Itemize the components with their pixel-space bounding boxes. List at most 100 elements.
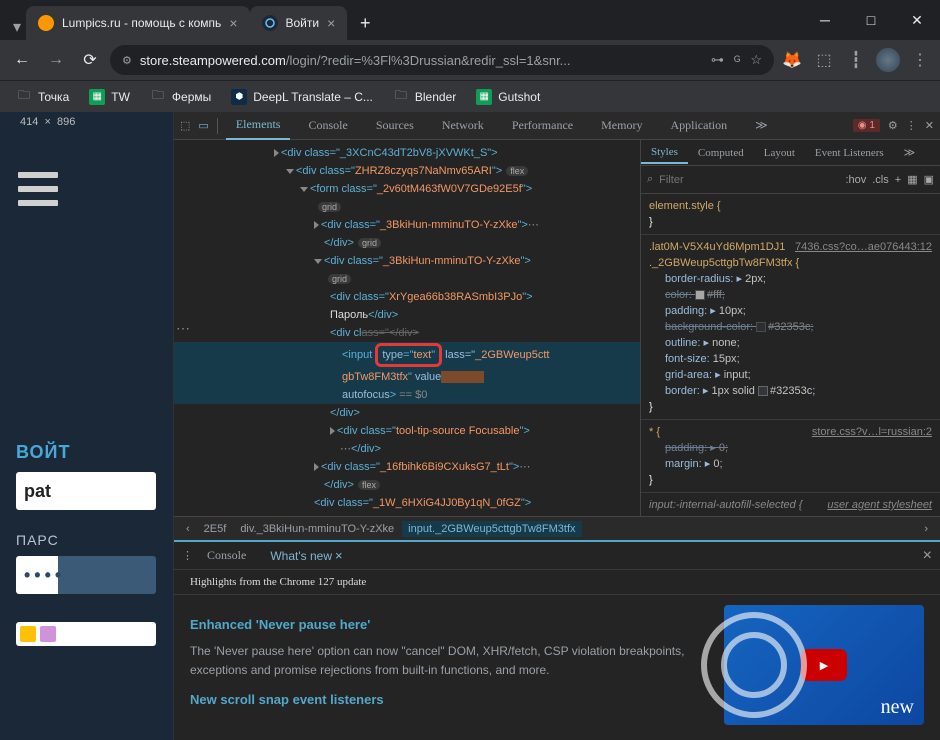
url-input[interactable]: ⚙ store.steampowered.com/login/?redir=%3…	[110, 45, 774, 75]
dom-node[interactable]: <div class="_16fbihk6Bi9CXuksG7_tLt">⋯	[174, 458, 640, 476]
minimize-button[interactable]: ─	[802, 0, 848, 40]
viewport-dimensions: 414 × 896	[20, 116, 75, 128]
devtools-drawer: ⋮ Console What's new × × Highlights from…	[174, 540, 940, 740]
drawer-tab-console[interactable]: Console	[197, 544, 256, 567]
new-rule-icon[interactable]: +	[895, 174, 901, 186]
filter-icon: ⌕	[647, 173, 653, 186]
hov-toggle[interactable]: :hov	[845, 174, 866, 186]
collapsed-indicator: ⋯	[176, 320, 191, 336]
dom-breadcrumb[interactable]: ‹ 2E5f div._3BkiHun-mminuTO-Y-zXke input…	[174, 516, 940, 540]
breadcrumb-scroll-right[interactable]: ›	[918, 521, 934, 537]
extension-icon[interactable]: ⬚	[812, 48, 836, 72]
devtools-tab-network[interactable]: Network	[432, 112, 494, 139]
devtools-tab-memory[interactable]: Memory	[591, 112, 652, 139]
computed-icon[interactable]: ▣	[924, 173, 934, 186]
cls-toggle[interactable]: .cls	[872, 174, 889, 186]
drawer-menu-icon[interactable]: ⋮	[182, 549, 193, 562]
folder-icon: 🗀	[16, 89, 32, 105]
style-rule[interactable]: user agent stylesheet input:-internal-au…	[641, 493, 940, 516]
bookmark-item[interactable]: ⬢DeepL Translate – С...	[223, 85, 381, 109]
browser-tab-1[interactable]: Lumpics.ru - помощь с компь ×	[26, 6, 250, 40]
dom-node[interactable]: <div class="_1W_6HXiG4JJ0By1qN_0fGZ">	[174, 494, 640, 512]
dom-node[interactable]: <div class="ZHRZ8czyqs7NaNmv65ARI">flex	[174, 162, 640, 180]
device-toggle-icon[interactable]: ▭	[198, 119, 208, 132]
close-drawer-icon[interactable]: ×	[923, 547, 932, 565]
devtools-tab-sources[interactable]: Sources	[366, 112, 424, 139]
dom-node[interactable]: <div class="_3BkiHun-mminuTO-Y-zXke">⋯	[174, 216, 640, 234]
style-rule[interactable]: store.css?v…l=russian:2 * { padding: ▸ 0…	[641, 420, 940, 493]
bookmark-star-icon[interactable]: ☆	[750, 52, 762, 68]
tab-search-icon[interactable]: ▾	[8, 17, 26, 37]
devtools-tab-application[interactable]: Application	[660, 112, 737, 139]
favicon-icon	[38, 15, 54, 31]
dom-tree[interactable]: ⋯ <div class="_3XCnC43dT2bV8-jXVWKt_S"> …	[174, 140, 640, 516]
favicon-icon	[262, 15, 278, 31]
dom-node[interactable]: <div class="XrYgea66b38RASmbI3PJo">	[174, 288, 640, 306]
close-icon[interactable]: ×	[327, 15, 335, 31]
bookmark-item[interactable]: 🗀Blender	[385, 85, 464, 109]
forward-button[interactable]: →	[42, 46, 70, 74]
site-info-icon[interactable]: ⚙	[122, 54, 132, 67]
styles-tab-events[interactable]: Event Listeners	[805, 143, 894, 163]
filter-input[interactable]	[659, 174, 839, 186]
whatsnew-heading: New scroll snap event listeners	[190, 690, 704, 711]
username-input[interactable]: pat	[16, 472, 156, 510]
reload-button[interactable]: ⟳	[76, 46, 104, 74]
sheets-icon: ▦	[89, 89, 105, 105]
extension-icon[interactable]: 🦊	[780, 48, 804, 72]
window-titlebar: ▾ Lumpics.ru - помощь с компь × Войти × …	[0, 0, 940, 40]
dom-node[interactable]: <div class="_3XCnC43dT2bV8-jXVWKt_S">	[174, 144, 640, 162]
translate-icon[interactable]: ᴳ	[734, 53, 740, 68]
breadcrumb-scroll-left[interactable]: ‹	[180, 521, 196, 537]
browser-tab-2[interactable]: Войти ×	[250, 6, 348, 40]
devtools-tab-console[interactable]: Console	[298, 112, 357, 139]
devtools-toolbar: ⬚ ▭ Elements Console Sources Network Per…	[174, 112, 940, 140]
drawer-subtitle: Highlights from the Chrome 127 update	[190, 576, 924, 588]
error-badge[interactable]: ◉ 1	[853, 119, 880, 132]
menu-button[interactable]: ⋮	[908, 48, 932, 72]
more-tabs-icon[interactable]: ≫	[745, 112, 778, 139]
bookmark-item[interactable]: 🗀Фермы	[142, 85, 219, 109]
dom-node[interactable]: <div class="tool-tip-source Focusable">	[174, 422, 640, 440]
devtools-tab-elements[interactable]: Elements	[226, 111, 291, 140]
devtools-tab-performance[interactable]: Performance	[502, 112, 583, 139]
style-rule[interactable]: element.style {}	[641, 194, 940, 235]
dom-node[interactable]: <div class="_3BkiHun-mminuTO-Y-zXke">	[174, 252, 640, 270]
bookmark-item[interactable]: ▦Gutshot	[468, 85, 548, 109]
more-icon[interactable]: ⋮	[906, 119, 917, 132]
close-devtools-icon[interactable]: ✕	[925, 119, 934, 132]
hamburger-menu[interactable]	[18, 172, 58, 206]
dom-node-selected[interactable]: <input type="text" lass="_2GBWeup5ctt	[174, 342, 640, 368]
drawer-tab-whatsnew[interactable]: What's new ×	[260, 544, 352, 568]
close-window-button[interactable]: ✕	[894, 0, 940, 40]
key-icon[interactable]: ⊶	[711, 52, 724, 68]
close-icon[interactable]: ×	[229, 15, 237, 31]
bookmark-item[interactable]: ▦TW	[81, 85, 138, 109]
password-input[interactable]: ••••	[16, 556, 156, 594]
maximize-button[interactable]: □	[848, 0, 894, 40]
styles-tab-styles[interactable]: Styles	[641, 142, 688, 164]
video-thumbnail[interactable]: ▶ new	[724, 605, 924, 725]
whatsnew-text: The 'Never pause here' option can now "c…	[190, 642, 704, 680]
styles-tab-computed[interactable]: Computed	[688, 143, 754, 163]
login-heading: ВОЙТ	[16, 442, 70, 463]
flexbox-icon[interactable]: ▦	[907, 173, 917, 186]
profile-avatar[interactable]	[876, 48, 900, 72]
dom-node[interactable]: <form class="_2v60tM463fW0V7GDe92E5f">	[174, 180, 640, 198]
more-icon[interactable]: ≫	[894, 142, 926, 163]
extension-icon[interactable]: ┇	[844, 48, 868, 72]
settings-icon[interactable]: ⚙	[888, 119, 898, 132]
sheets-icon: ▦	[476, 89, 492, 105]
devtools-panel: ⬚ ▭ Elements Console Sources Network Per…	[174, 112, 940, 740]
address-bar: ← → ⟳ ⚙ store.steampowered.com/login/?re…	[0, 40, 940, 80]
styles-panel: Styles Computed Layout Event Listeners ≫…	[640, 140, 940, 516]
new-tab-button[interactable]: +	[351, 9, 379, 37]
password-label: ПАРС	[16, 532, 59, 548]
bookmark-item[interactable]: 🗀Точка	[8, 85, 77, 109]
styles-tab-layout[interactable]: Layout	[754, 143, 805, 163]
back-button[interactable]: ←	[8, 46, 36, 74]
page-preview-pane: 414 × 896 ВОЙТ pat ПАРС ••••	[0, 112, 174, 740]
field-row[interactable]	[16, 622, 156, 646]
inspect-icon[interactable]: ⬚	[180, 119, 190, 132]
style-rule[interactable]: 7436.css?co…ae076443:12 .lat0M-V5X4uYd6M…	[641, 235, 940, 420]
